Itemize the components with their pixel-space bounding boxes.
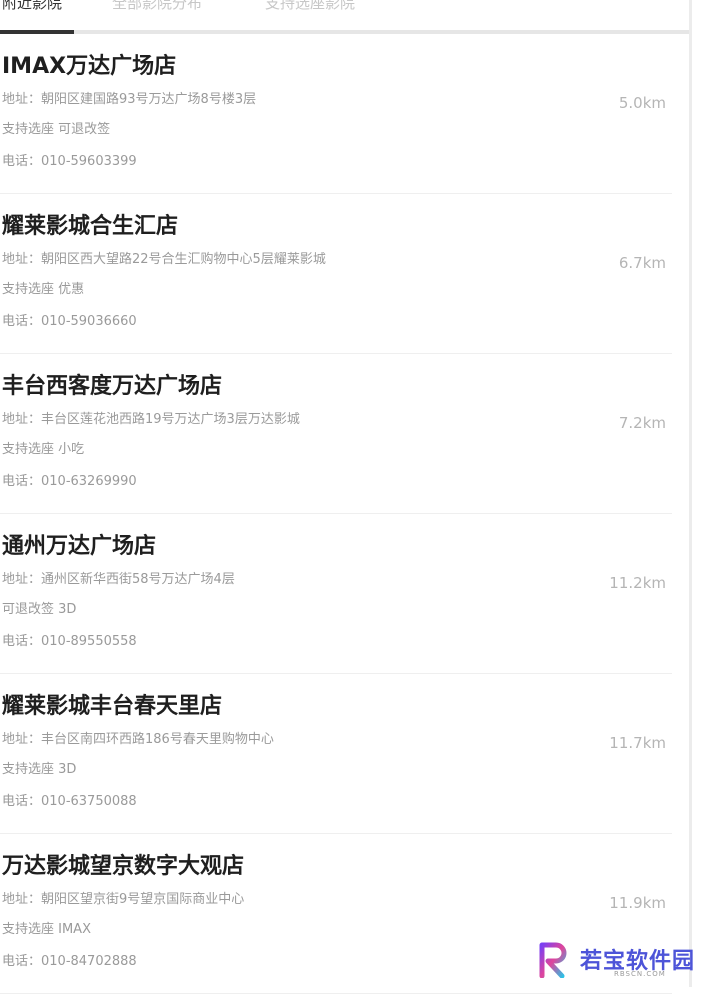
logo-r-icon [539,942,567,978]
cinema-address: 地址：朝阳区望京街9号望京国际商业中心 [2,892,245,907]
cinema-list-item[interactable]: 耀莱影城合生汇店 地址：朝阳区西大望路22号合生汇购物中心5层耀莱影城 支持选座… [0,194,672,354]
tab-all-cinemas[interactable]: 全部影院分布 [112,0,202,13]
cinema-address: 地址：朝阳区建国路93号万达广场8号楼3层 [2,92,257,107]
cinema-phone: 电话：010-89550558 [2,634,137,649]
watermark-site: RBSCN.COM [614,970,666,978]
cinema-address: 地址：丰台区莲花池西路19号万达广场3层万达影城 [2,412,300,427]
cinema-tags: 可退改签 3D [2,602,77,617]
cinema-list-item[interactable]: IMAX万达广场店 地址：朝阳区建国路93号万达广场8号楼3层 支持选座 可退改… [0,34,672,194]
cinema-name: 万达影城望京数字大观店 [2,854,245,879]
cinema-distance: 5.0km [618,94,666,112]
cinema-phone: 电话：010-63269990 [2,474,137,489]
cinema-list-item[interactable]: 丰台西客度万达广场店 地址：丰台区莲花池西路19号万达广场3层万达影城 支持选座… [0,354,672,514]
cinema-address: 地址：朝阳区西大望路22号合生汇购物中心5层耀莱影城 [2,252,326,267]
cinema-tags: 支持选座 IMAX [2,922,91,937]
cinema-distance: 11.7km [609,734,666,752]
cinema-distance: 11.2km [609,574,666,592]
cinema-tags: 支持选座 优惠 [2,282,85,297]
cinema-list: IMAX万达广场店 地址：朝阳区建国路93号万达广场8号楼3层 支持选座 可退改… [0,34,690,994]
cinema-name: 丰台西客度万达广场店 [2,374,223,399]
cinema-tags: 支持选座 可退改签 [2,122,111,137]
cinema-distance: 11.9km [609,894,666,912]
cinema-tags: 支持选座 小吃 [2,442,85,457]
cinema-name: 耀莱影城丰台春天里店 [2,694,223,719]
tab-seat-selection[interactable]: 支持选座影院 [265,0,355,13]
cinema-list-item[interactable]: 通州万达广场店 地址：通州区新华西街58号万达广场4层 可退改签 3D 电话：0… [0,514,672,674]
cinema-name: 耀莱影城合生汇店 [2,214,179,239]
cinema-name: 通州万达广场店 [2,534,157,559]
watermark-logo: 若宝软件园 RBSCN.COM [538,942,708,982]
cinema-distance: 7.2km [618,414,666,432]
cinema-name: IMAX万达广场店 [2,54,177,79]
cinema-phone: 电话：010-59036660 [2,314,137,329]
cinema-distance: 6.7km [618,254,666,272]
cinema-list-item[interactable]: 耀莱影城丰台春天里店 地址：丰台区南四环西路186号春天里购物中心 支持选座 3… [0,674,672,834]
cinema-phone: 电话：010-63750088 [2,794,137,809]
tab-bar: 附近影院 全部影院分布 支持选座影院 [0,0,690,34]
cinema-phone: 电话：010-84702888 [2,954,137,969]
cinema-address: 地址：丰台区南四环西路186号春天里购物中心 [2,732,274,747]
cinema-tags: 支持选座 3D [2,762,77,777]
cinema-address: 地址：通州区新华西街58号万达广场4层 [2,572,235,587]
tab-nearby[interactable]: 附近影院 [2,0,62,13]
cinema-phone: 电话：010-59603399 [2,154,137,169]
